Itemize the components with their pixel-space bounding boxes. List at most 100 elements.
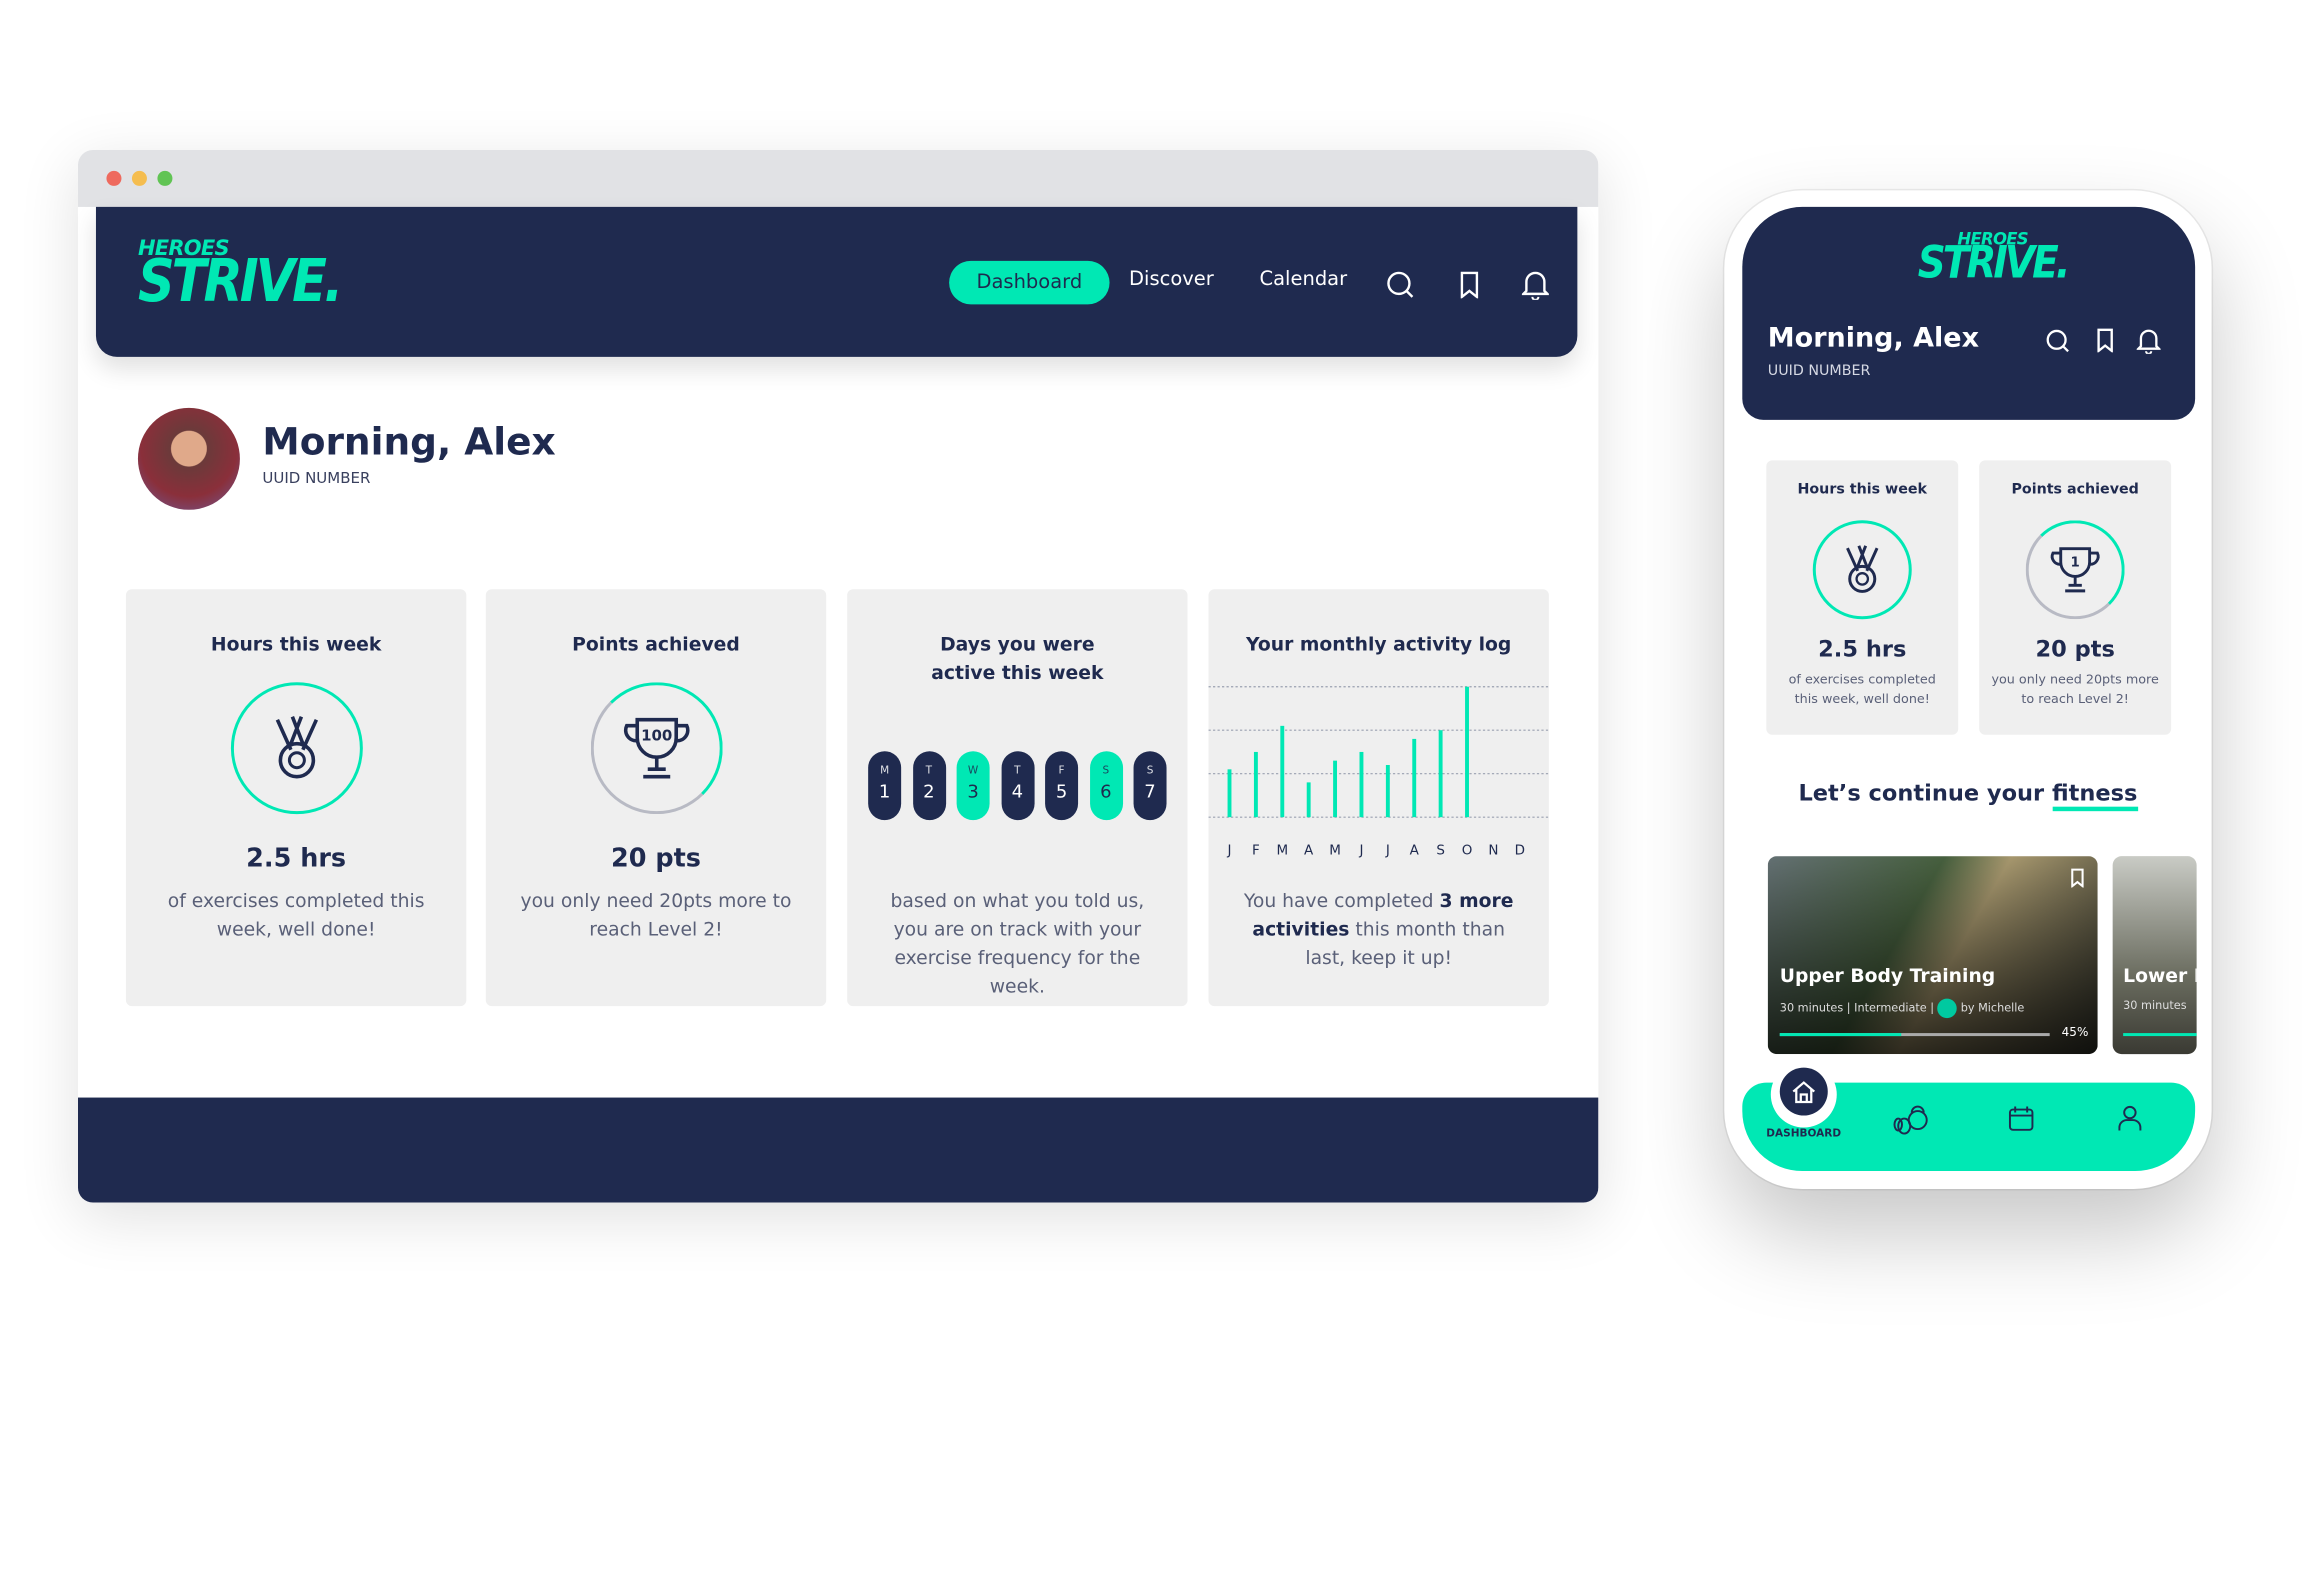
- month-tick: M: [1329, 843, 1341, 859]
- maximize-window-button[interactable]: [157, 170, 173, 186]
- footer: [77, 1097, 1599, 1203]
- card-title: Points achieved: [572, 632, 740, 656]
- card-title: Hours this week: [1797, 481, 1928, 498]
- day-pill: T2: [912, 751, 946, 821]
- bar-3: [1306, 782, 1311, 818]
- brand-logo[interactable]: HEROES STRIVE.: [1918, 231, 2071, 286]
- workout-author: by Michelle: [1960, 1000, 2025, 1015]
- day-number: 4: [1011, 781, 1024, 803]
- days-active-card: Days you were active this week M1T2W3T4F…: [847, 589, 1188, 1007]
- trophy-icon: 1: [2025, 520, 2125, 620]
- mobile-header: HEROES STRIVE. Morning, Alex UUID NUMBER: [1742, 206, 2196, 420]
- hours-value: 2.5 hrs: [1818, 635, 1907, 663]
- bar-6: [1385, 764, 1390, 818]
- home-icon[interactable]: [1779, 1067, 1828, 1116]
- month-tick: J: [1358, 843, 1363, 859]
- card-title: Days you were active this week: [931, 632, 1104, 684]
- search-icon[interactable]: [1385, 270, 1415, 300]
- nav-discover[interactable]: Discover: [1129, 268, 1214, 290]
- month-tick: O: [1462, 843, 1473, 859]
- day-pill: F5: [1045, 751, 1079, 821]
- uuid-label: UUID NUMBER: [262, 470, 371, 488]
- bookmark-icon[interactable]: [2095, 328, 2116, 353]
- month-tick: J: [1227, 843, 1232, 859]
- day-pill: M1: [868, 751, 902, 821]
- day-number: 2: [923, 781, 935, 803]
- bar-7: [1412, 738, 1417, 818]
- card-title: Points achieved: [2011, 481, 2139, 498]
- bookmark-icon[interactable]: [2069, 868, 2085, 888]
- hours-value: 2.5 hrs: [246, 844, 347, 875]
- points-card: Points achieved 100 20 pts you only need…: [485, 589, 827, 1007]
- search-icon[interactable]: [2045, 328, 2070, 353]
- medal-icon: [1812, 520, 1912, 620]
- bar-0: [1227, 769, 1232, 818]
- day-pill: S7: [1133, 751, 1167, 821]
- bell-icon[interactable]: [1521, 268, 1549, 300]
- card-title: Your monthly activity log: [1246, 632, 1512, 656]
- day-pill: W3: [956, 751, 990, 821]
- workout-level: Intermediate: [1854, 1000, 1927, 1015]
- bar-8: [1438, 730, 1443, 818]
- page-title: Morning, Alex: [262, 419, 556, 464]
- avatar[interactable]: [137, 407, 240, 510]
- day-number: 3: [967, 781, 979, 803]
- day-number: 7: [1144, 781, 1156, 803]
- progress-fill: [1779, 1033, 1902, 1037]
- author-avatar: [1937, 998, 1958, 1019]
- points-desc: you only need 20pts more to reach Level …: [1991, 673, 2159, 708]
- section-heading: Let’s continue your fitness: [1724, 779, 2211, 812]
- progress-bar: [1779, 1033, 2050, 1037]
- month-tick: A: [1410, 843, 1420, 859]
- nav-calendar[interactable]: Calendar: [1259, 268, 1347, 290]
- day-pill: S6: [1089, 751, 1123, 821]
- day-letter: T: [1014, 764, 1021, 777]
- day-letter: W: [967, 764, 979, 777]
- workout-title: Upper Body Training: [1779, 964, 1996, 987]
- mobile-points-card: Points achieved 1 20 pts you only need 2…: [1979, 460, 2172, 735]
- day-pill: T4: [1000, 751, 1034, 821]
- hours-desc: of exercises completed this week, well d…: [167, 889, 425, 941]
- calendar-icon[interactable]: [2008, 1105, 2035, 1132]
- month-tick: D: [1515, 843, 1525, 859]
- section-heading-pre: Let’s continue your: [1798, 779, 2052, 807]
- nav-dashboard[interactable]: Dashboard: [949, 260, 1110, 305]
- bar-4: [1333, 760, 1338, 818]
- bookmark-icon[interactable]: [1457, 271, 1481, 299]
- profile-icon[interactable]: [2117, 1105, 2142, 1132]
- month-tick: M: [1276, 843, 1288, 859]
- month-tick: A: [1304, 843, 1314, 859]
- day-letter: S: [1102, 764, 1110, 777]
- desktop-browser-window: HEROES STRIVE. Dashboard Discover Calend…: [77, 149, 1599, 1203]
- workout-card[interactable]: Upper Body Training 30 minutes | Interme…: [1767, 856, 2098, 1055]
- workout-meta: 30 minutes | Intermediate | by Michelle: [1780, 998, 2025, 1019]
- bottom-nav: DASHBOARD: [1742, 1061, 2196, 1172]
- bar-2: [1280, 725, 1285, 818]
- minimize-window-button[interactable]: [131, 170, 147, 186]
- monthly-activity-chart: JFMAMJJASOND: [1208, 686, 1549, 859]
- workout-card[interactable]: Lower B 30 minutes: [2112, 856, 2197, 1055]
- month-tick: N: [1488, 843, 1498, 859]
- month-tick: F: [1252, 843, 1260, 859]
- close-window-button[interactable]: [106, 170, 122, 186]
- trophy-icon: 100: [590, 682, 723, 815]
- hours-desc: of exercises completed this week, well d…: [1788, 673, 1936, 708]
- bar-5: [1359, 751, 1364, 818]
- month-tick: J: [1385, 843, 1390, 859]
- nav-dashboard-label[interactable]: DASHBOARD: [1766, 1128, 1841, 1140]
- points-value: 20 pts: [2035, 635, 2115, 663]
- day-number: 5: [1055, 781, 1068, 803]
- day-letter: S: [1146, 764, 1154, 777]
- mobile-title: Morning, Alex: [1767, 322, 1980, 354]
- hours-card: Hours this week 2.5 hrs of exercises com…: [125, 589, 467, 1007]
- progress-bar: [2123, 1033, 2197, 1037]
- workout-title: Lower B: [2123, 964, 2196, 987]
- card-title: Hours this week: [210, 632, 382, 656]
- bell-icon[interactable]: [2136, 327, 2161, 354]
- day-letter: M: [880, 764, 890, 777]
- brand-logo[interactable]: HEROES STRIVE.: [138, 239, 343, 310]
- monthly-desc: You have completed 3 more activities thi…: [1209, 886, 1549, 971]
- workout-duration: 30 minutes: [2123, 998, 2187, 1013]
- kettlebell-icon[interactable]: [1892, 1101, 1931, 1137]
- points-desc: you only need 20pts more to reach Level …: [520, 889, 792, 941]
